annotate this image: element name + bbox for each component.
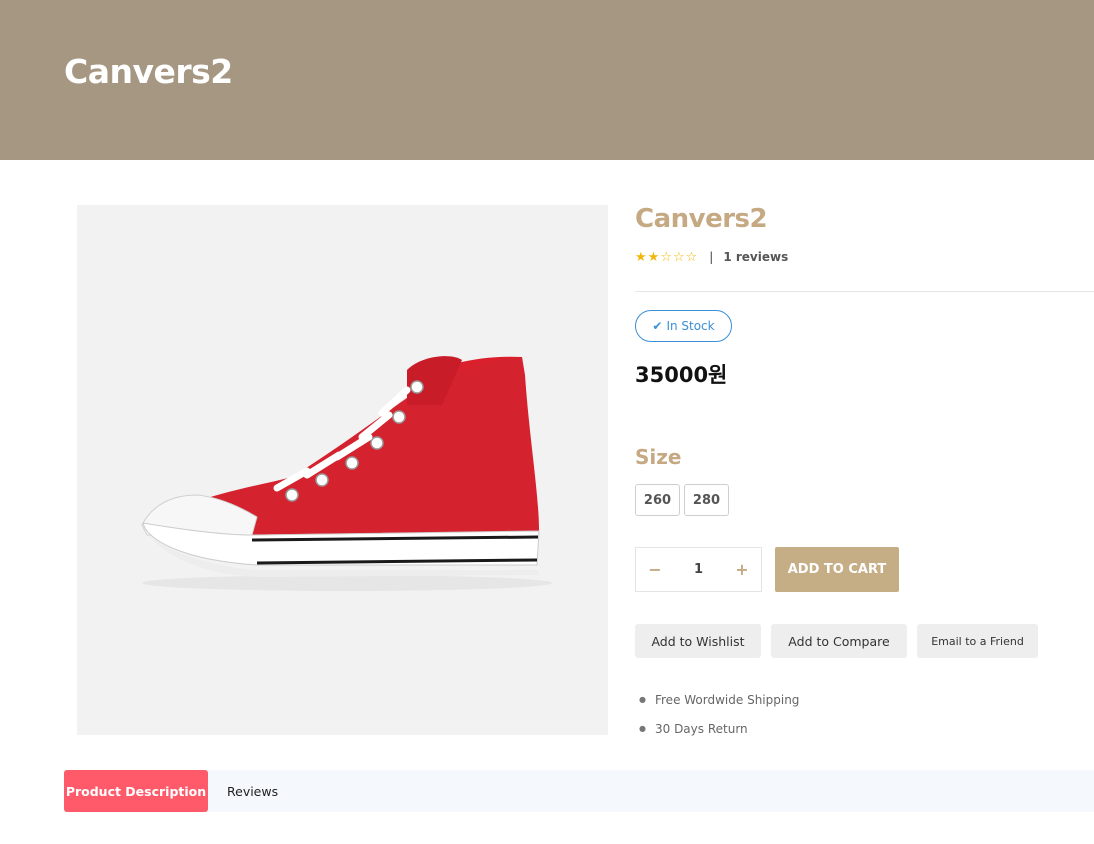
bullet-icon: ● (639, 724, 646, 733)
list-item: ● 30 Days Return (635, 714, 799, 743)
star-empty-icon: ☆ (685, 249, 698, 265)
product-name: Canvers2 (635, 204, 768, 234)
size-label: Size (635, 445, 682, 469)
bullet-icon: ● (639, 695, 646, 704)
add-to-compare-button[interactable]: Add to Compare (771, 624, 907, 658)
product-price: 35000원 (635, 363, 728, 387)
rating-separator: | (709, 250, 714, 264)
increase-quantity-button[interactable]: + (735, 560, 749, 579)
sneaker-illustration (141, 356, 552, 591)
size-option-260[interactable]: 260 (635, 484, 680, 516)
product-image[interactable] (77, 205, 608, 735)
page-title: Canvers2 (64, 52, 233, 91)
add-to-wishlist-button[interactable]: Add to Wishlist (635, 624, 761, 658)
divider (635, 291, 1094, 292)
decrease-quantity-button[interactable]: − (648, 560, 662, 579)
star-rating: ★ ★ ☆ ☆ ☆ (635, 251, 697, 264)
check-icon: ✔ (652, 319, 663, 333)
secondary-actions: Add to Wishlist Add to Compare Email to … (635, 624, 1038, 658)
size-option-280[interactable]: 280 (684, 484, 729, 516)
star-empty-icon: ☆ (672, 249, 685, 265)
star-filled-icon: ★ (647, 249, 660, 265)
size-options: 260 280 (635, 484, 729, 516)
list-item: ● Free Wordwide Shipping (635, 685, 799, 714)
add-to-cart-button[interactable]: ADD TO CART (775, 547, 899, 592)
rating-row: ★ ★ ☆ ☆ ☆ | 1 reviews (635, 250, 788, 264)
perk-text: 30 Days Return (654, 721, 748, 736)
email-friend-button[interactable]: Email to a Friend (917, 624, 1038, 658)
perks-list: ● Free Wordwide Shipping ● 30 Days Return (635, 685, 799, 743)
quantity-input[interactable]: 1 (694, 562, 703, 577)
star-empty-icon: ☆ (660, 249, 672, 265)
product-tabs: Product Description Reviews (64, 770, 1094, 812)
reviews-count-link[interactable]: 1 reviews (723, 250, 788, 264)
perk-text: Free Wordwide Shipping (654, 692, 800, 707)
stock-text: In Stock (666, 319, 715, 333)
star-filled-icon: ★ (635, 249, 647, 265)
page-header-banner: Canvers2 (0, 0, 1094, 160)
stock-badge: ✔ In Stock (635, 310, 732, 342)
tab-reviews[interactable]: Reviews (227, 770, 278, 812)
tab-product-description[interactable]: Product Description (64, 770, 208, 812)
quantity-stepper: − 1 + (635, 547, 762, 592)
